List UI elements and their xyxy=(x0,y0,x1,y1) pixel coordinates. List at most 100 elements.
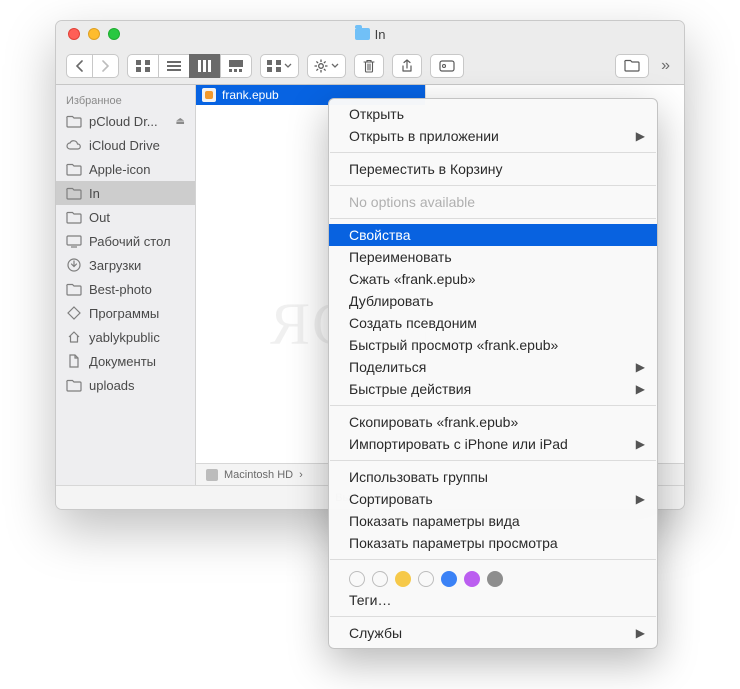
column-view-button[interactable] xyxy=(189,54,220,78)
menu-item[interactable]: Переименовать xyxy=(329,246,657,268)
menu-item-label: Службы xyxy=(349,625,402,641)
sidebar-item-label: Загрузки xyxy=(89,258,141,273)
menu-item[interactable]: Быстрые действия ▶ xyxy=(329,378,657,400)
submenu-arrow-icon: ▶ xyxy=(636,382,645,396)
menu-item-label: Сортировать xyxy=(349,491,433,507)
sidebar-item-label: Out xyxy=(89,210,110,225)
sidebar-item-label: Best-photo xyxy=(89,282,152,297)
menu-separator xyxy=(330,460,656,461)
sidebar-item[interactable]: uploads xyxy=(56,373,195,397)
sidebar-item[interactable]: Apple-icon xyxy=(56,157,195,181)
menu-separator xyxy=(330,405,656,406)
file-name: frank.epub xyxy=(222,88,279,102)
menu-item-label: Импортировать с iPhone или iPad xyxy=(349,436,568,452)
tag-color-row xyxy=(329,565,657,589)
sidebar-item-icon xyxy=(66,137,82,153)
menu-item-label: Быстрые действия xyxy=(349,381,471,397)
tag-color-dot[interactable] xyxy=(395,571,411,587)
menu-item[interactable]: Создать псевдоним xyxy=(329,312,657,334)
menu-item[interactable]: Поделиться ▶ xyxy=(329,356,657,378)
tags-button[interactable] xyxy=(430,54,464,78)
sidebar-item-label: Apple-icon xyxy=(89,162,150,177)
sidebar-item-icon xyxy=(66,233,82,249)
sidebar-item[interactable]: Программы xyxy=(56,301,195,325)
tag-color-dot[interactable] xyxy=(372,571,388,587)
sidebar-item[interactable]: Рабочий стол xyxy=(56,229,195,253)
sidebar-item-icon xyxy=(66,377,82,393)
trash-button[interactable] xyxy=(354,54,384,78)
folder-icon xyxy=(355,28,370,40)
menu-item[interactable]: Переместить в Корзину xyxy=(329,158,657,180)
window-title: In xyxy=(56,27,684,42)
menu-item[interactable]: Скопировать «frank.epub» xyxy=(329,411,657,433)
sidebar-item-label: pCloud Dr... xyxy=(89,114,158,129)
sidebar-item[interactable]: In xyxy=(56,181,195,205)
menu-item[interactable]: Дублировать xyxy=(329,290,657,312)
action-button[interactable] xyxy=(307,54,346,78)
submenu-arrow-icon: ▶ xyxy=(636,360,645,374)
menu-item-label: Сжать «frank.epub» xyxy=(349,271,476,287)
path-chevron: › xyxy=(299,469,303,481)
menu-item[interactable]: Импортировать с iPhone или iPad ▶ xyxy=(329,433,657,455)
back-button[interactable] xyxy=(66,54,92,78)
tag-color-dot[interactable] xyxy=(349,571,365,587)
list-view-button[interactable] xyxy=(158,54,189,78)
menu-item-label: Поделиться xyxy=(349,359,426,375)
sidebar-item[interactable]: yablykpublic xyxy=(56,325,195,349)
menu-item-label: Создать псевдоним xyxy=(349,315,477,331)
sidebar-item-icon xyxy=(66,113,82,129)
sidebar-item[interactable]: iCloud Drive xyxy=(56,133,195,157)
sidebar-item-icon xyxy=(66,281,82,297)
menu-item[interactable]: Быстрый просмотр «frank.epub» xyxy=(329,334,657,356)
menu-item[interactable]: Открыть в приложении ▶ xyxy=(329,125,657,147)
menu-item-label: Переименовать xyxy=(349,249,452,265)
menu-item-label: Теги… xyxy=(349,592,391,608)
sidebar-section-header: Избранное xyxy=(56,91,195,109)
sidebar-item[interactable]: Документы xyxy=(56,349,195,373)
submenu-arrow-icon: ▶ xyxy=(636,492,645,506)
toolbar: » xyxy=(56,47,684,85)
new-folder-button[interactable] xyxy=(615,54,649,78)
menu-separator xyxy=(330,152,656,153)
menu-item-label: Открыть xyxy=(349,106,404,122)
tag-color-dot[interactable] xyxy=(487,571,503,587)
menu-item[interactable]: Использовать группы xyxy=(329,466,657,488)
menu-item[interactable]: Сортировать ▶ xyxy=(329,488,657,510)
sidebar-item-label: Программы xyxy=(89,306,159,321)
submenu-arrow-icon: ▶ xyxy=(636,437,645,451)
toolbar-overflow-button[interactable]: » xyxy=(657,57,674,75)
tag-color-dot[interactable] xyxy=(441,571,457,587)
menu-item-label: Скопировать «frank.epub» xyxy=(349,414,518,430)
arrange-button[interactable] xyxy=(260,54,299,78)
sidebar-item[interactable]: Out xyxy=(56,205,195,229)
menu-item[interactable]: Открыть xyxy=(329,103,657,125)
forward-button[interactable] xyxy=(92,54,119,78)
sidebar-item-icon xyxy=(66,257,82,273)
menu-separator xyxy=(330,185,656,186)
share-button[interactable] xyxy=(392,54,422,78)
window-title-text: In xyxy=(375,27,386,42)
epub-file-icon xyxy=(202,88,216,102)
menu-item: No options available xyxy=(329,191,657,213)
gallery-view-button[interactable] xyxy=(220,54,252,78)
sidebar-item[interactable]: Best-photo xyxy=(56,277,195,301)
menu-item[interactable]: Показать параметры вида xyxy=(329,510,657,532)
tag-color-dot[interactable] xyxy=(464,571,480,587)
sidebar-item-label: Документы xyxy=(89,354,156,369)
submenu-arrow-icon: ▶ xyxy=(636,129,645,143)
menu-item[interactable]: Свойства xyxy=(329,224,657,246)
eject-icon[interactable]: ⏏ xyxy=(176,116,185,127)
disk-icon xyxy=(206,469,218,481)
menu-item[interactable]: Теги… xyxy=(329,589,657,611)
sidebar-item[interactable]: Загрузки xyxy=(56,253,195,277)
menu-item[interactable]: Службы ▶ xyxy=(329,622,657,644)
sidebar-item-icon xyxy=(66,209,82,225)
submenu-arrow-icon: ▶ xyxy=(636,626,645,640)
tag-color-dot[interactable] xyxy=(418,571,434,587)
menu-item-label: Открыть в приложении xyxy=(349,128,499,144)
menu-item[interactable]: Сжать «frank.epub» xyxy=(329,268,657,290)
sidebar-item[interactable]: pCloud Dr... ⏏ xyxy=(56,109,195,133)
sidebar-item-icon xyxy=(66,353,82,369)
menu-item[interactable]: Показать параметры просмотра xyxy=(329,532,657,554)
icon-view-button[interactable] xyxy=(127,54,158,78)
